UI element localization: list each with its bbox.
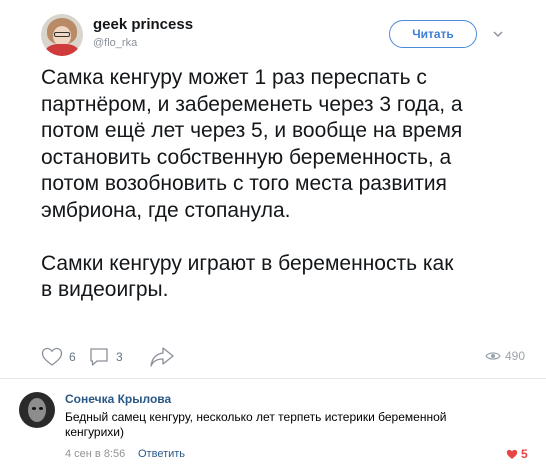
commenter-face [28, 398, 46, 422]
avatar-glasses [54, 32, 70, 37]
heart-filled-icon [506, 449, 518, 459]
share-icon [150, 347, 174, 367]
commenter-avatar[interactable] [19, 392, 55, 428]
avatar-shirt [45, 44, 79, 56]
reply-icon [90, 348, 108, 366]
comment-like-button[interactable]: 5 [506, 447, 528, 461]
share-action[interactable] [149, 346, 175, 368]
eye-icon [485, 352, 501, 360]
chevron-down-icon[interactable] [492, 28, 504, 40]
comment-date[interactable]: 4 сен в 8:56 [65, 448, 125, 460]
commenter-eye-left [32, 407, 36, 410]
comment-like-count: 5 [521, 447, 528, 461]
views-counter: 490 [485, 349, 525, 363]
author-avatar[interactable] [41, 14, 83, 56]
heart-icon [41, 347, 63, 366]
like-count: 6 [69, 350, 76, 364]
comment-reply-link[interactable]: Ответить [138, 448, 185, 460]
comment-text: Бедный самец кенгуру, несколько лет терп… [65, 410, 447, 439]
like-action[interactable]: 6 [41, 347, 76, 367]
author-handle[interactable]: @flo_rka [93, 37, 137, 49]
commenter-eye-right [39, 407, 43, 410]
tweet-card: geek princess @flo_rka Читать Самка кенг… [0, 0, 546, 378]
author-name[interactable]: geek princess [93, 16, 193, 33]
tweet-text: Самка кенгуру может 1 раз переспать с па… [41, 66, 463, 301]
views-count: 490 [505, 349, 526, 363]
reply-count: 3 [116, 350, 123, 364]
follow-button[interactable]: Читать [389, 20, 477, 48]
section-divider [0, 378, 546, 379]
reply-action[interactable]: 3 [88, 346, 123, 368]
comment-author[interactable]: Сонечка Крылова [65, 392, 171, 406]
